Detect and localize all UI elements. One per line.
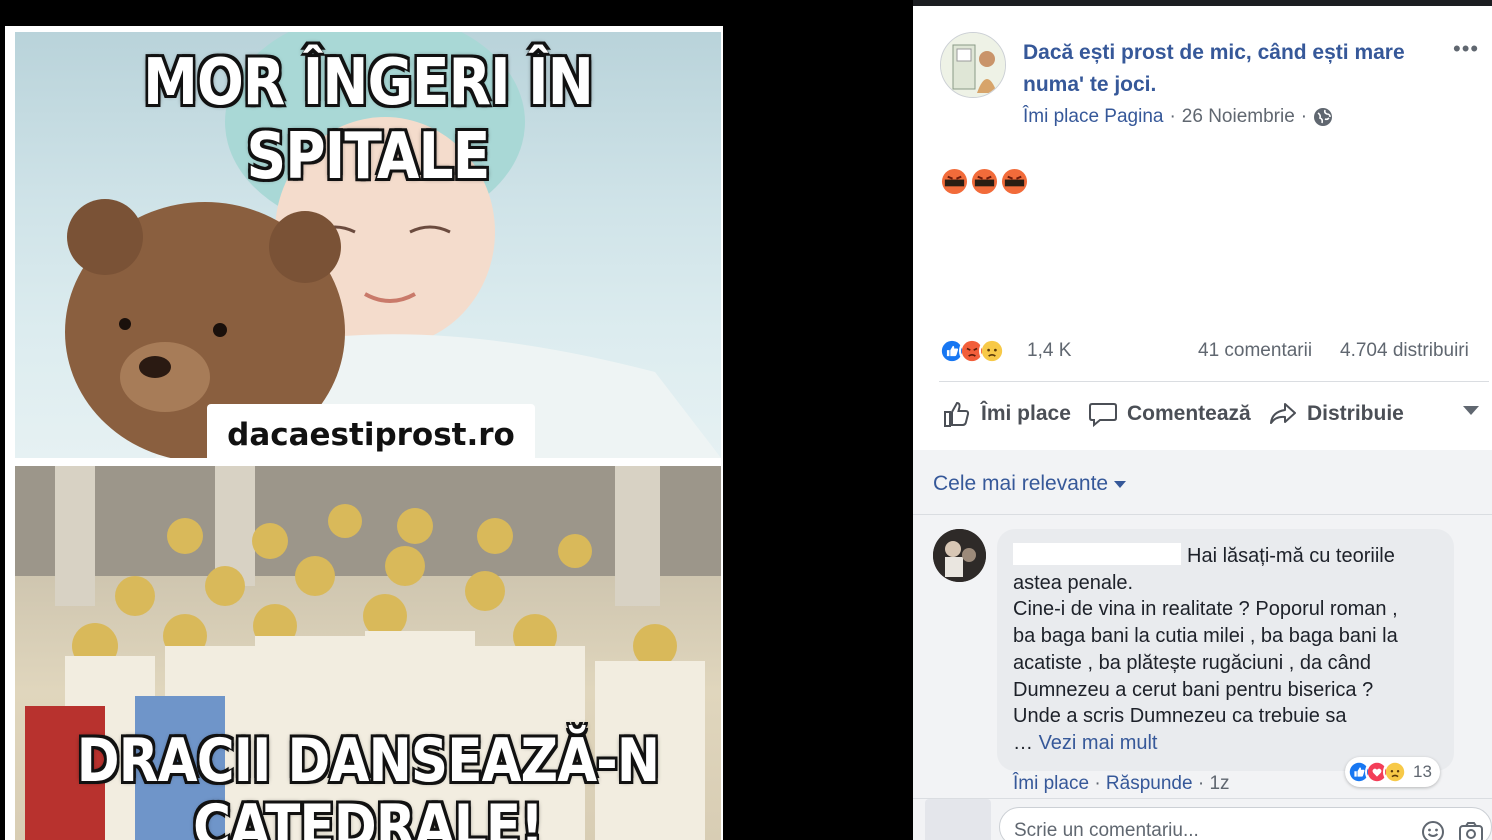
- comments-count[interactable]: 41 comentarii: [1198, 340, 1312, 362]
- comment-button[interactable]: Comentează: [1087, 398, 1251, 430]
- post-options-button[interactable]: •••: [1453, 36, 1479, 62]
- meme-bottom-photo: DRACII DANSEAZĂ-N CATEDRALE!: [15, 466, 721, 840]
- comment-line: acatiste , ba plătește rugăciuni , da câ…: [1013, 651, 1372, 674]
- meme-caption-top: MOR ÎNGERI ÎN SPITALE: [143, 46, 594, 194]
- page-name-link[interactable]: Dacă ești prost de mic, când ești mare n…: [1023, 37, 1453, 101]
- post-side-panel: Dacă ești prost de mic, când ești mare n…: [913, 6, 1492, 840]
- meme-caption-bottom-line1: DRACII DANSEAZĂ-N: [76, 726, 660, 796]
- meme-top-photo: MOR ÎNGERI ÎN SPITALE dacaestiprost.ro: [15, 32, 721, 458]
- page-avatar-icon: [941, 33, 1005, 97]
- divider: [913, 514, 1492, 515]
- angry-face-icon: [1001, 168, 1028, 195]
- angry-face-icon: [941, 168, 968, 195]
- post-text-emojis: [941, 168, 1028, 195]
- meme-caption-bottom-line2: CATEDRALE!: [193, 792, 544, 840]
- chevron-down-icon: [1114, 480, 1127, 488]
- meta-separator: ·: [1169, 106, 1176, 127]
- current-user-avatar: [925, 799, 991, 840]
- meme-watermark: dacaestiprost.ro: [207, 404, 535, 458]
- comment-like-link[interactable]: Îmi place: [1013, 773, 1089, 794]
- meme-caption-bottom: DRACII DANSEAZĂ-N CATEDRALE!: [64, 728, 671, 840]
- emoji-icon[interactable]: [1421, 820, 1445, 840]
- comment-line: Dumnezeu a cerut bani pentru biserica ?: [1013, 678, 1374, 701]
- reactions-count[interactable]: 1,4 K: [1027, 340, 1071, 362]
- divider: [939, 381, 1489, 382]
- post-actions: Îmi place Comentează Distribuie: [939, 398, 1489, 434]
- share-button-label: Distribuie: [1307, 402, 1404, 425]
- comment-line: ba baga bani la cutia milei , ba baga ba…: [1013, 625, 1398, 648]
- post-stats: 1,4 K 41 comentarii 4.704 distribuiri: [939, 338, 1489, 366]
- comment-icon: [1089, 403, 1117, 428]
- sad-reaction-icon: [979, 338, 1005, 364]
- comment-line: Cine-i de vina in realitate ? Poporul ro…: [1013, 598, 1398, 621]
- share-button[interactable]: Distribuie: [1267, 398, 1404, 430]
- angry-face-icon: [971, 168, 998, 195]
- comment-sort-dropdown[interactable]: Cele mai relevante: [933, 472, 1127, 496]
- comment-action-separator: ·: [1094, 773, 1101, 794]
- share-dropdown-caret-icon[interactable]: [1463, 406, 1479, 415]
- comment-action-separator: ·: [1197, 773, 1205, 794]
- comment-line: Hai lăsați-mă cu teoriile: [1013, 543, 1438, 570]
- comment-actions: Îmi place · Răspunde · 1z: [1013, 773, 1230, 795]
- comment-bubble: Hai lăsați-mă cu teoriile astea penale. …: [997, 529, 1454, 771]
- sad-reaction-icon: [1383, 760, 1407, 784]
- comment-reply-link[interactable]: Răspunde: [1106, 773, 1193, 794]
- post-date[interactable]: 26 Noiembrie: [1182, 106, 1295, 128]
- globe-icon: [1314, 108, 1333, 126]
- page-avatar[interactable]: [940, 32, 1006, 98]
- meta-separator: ·: [1300, 106, 1308, 127]
- redacted-commenter-name[interactable]: [1013, 543, 1181, 565]
- divider: [913, 798, 1492, 799]
- post-meta: Îmi place Pagina · 26 Noiembrie ·: [1023, 106, 1333, 128]
- comment-time[interactable]: 1z: [1209, 773, 1229, 794]
- shares-count[interactable]: 4.704 distribuiri: [1340, 340, 1469, 362]
- share-icon: [1270, 403, 1296, 424]
- like-button-label: Îmi place: [981, 402, 1071, 425]
- commenter-avatar-icon: [933, 529, 986, 582]
- comment-line: … Vezi mai mult: [1013, 731, 1158, 754]
- photo-viewer: MOR ÎNGERI ÎN SPITALE dacaestiprost.ro D…: [0, 0, 913, 840]
- like-page-link[interactable]: Îmi place Pagina: [1023, 106, 1163, 128]
- comment-button-label: Comentează: [1127, 402, 1251, 425]
- see-more-link[interactable]: Vezi mai mult: [1039, 732, 1158, 754]
- commenter-avatar[interactable]: [933, 529, 986, 582]
- comment-reactions[interactable]: 13: [1345, 757, 1440, 787]
- comment-line: Unde a scris Dumnezeu ca trebuie sa: [1013, 705, 1347, 728]
- meme-image: MOR ÎNGERI ÎN SPITALE dacaestiprost.ro D…: [5, 26, 723, 840]
- camera-icon[interactable]: [1458, 820, 1484, 840]
- comment-reaction-count: 13: [1413, 762, 1432, 781]
- comment-input[interactable]: Scrie un comentariu...: [999, 807, 1492, 840]
- reactions-summary[interactable]: [939, 338, 1005, 364]
- like-button[interactable]: Îmi place: [941, 398, 1071, 430]
- thumbs-up-icon: [944, 401, 970, 427]
- comment-sort-label: Cele mai relevante: [933, 472, 1109, 495]
- comment-line: astea penale.: [1013, 571, 1134, 594]
